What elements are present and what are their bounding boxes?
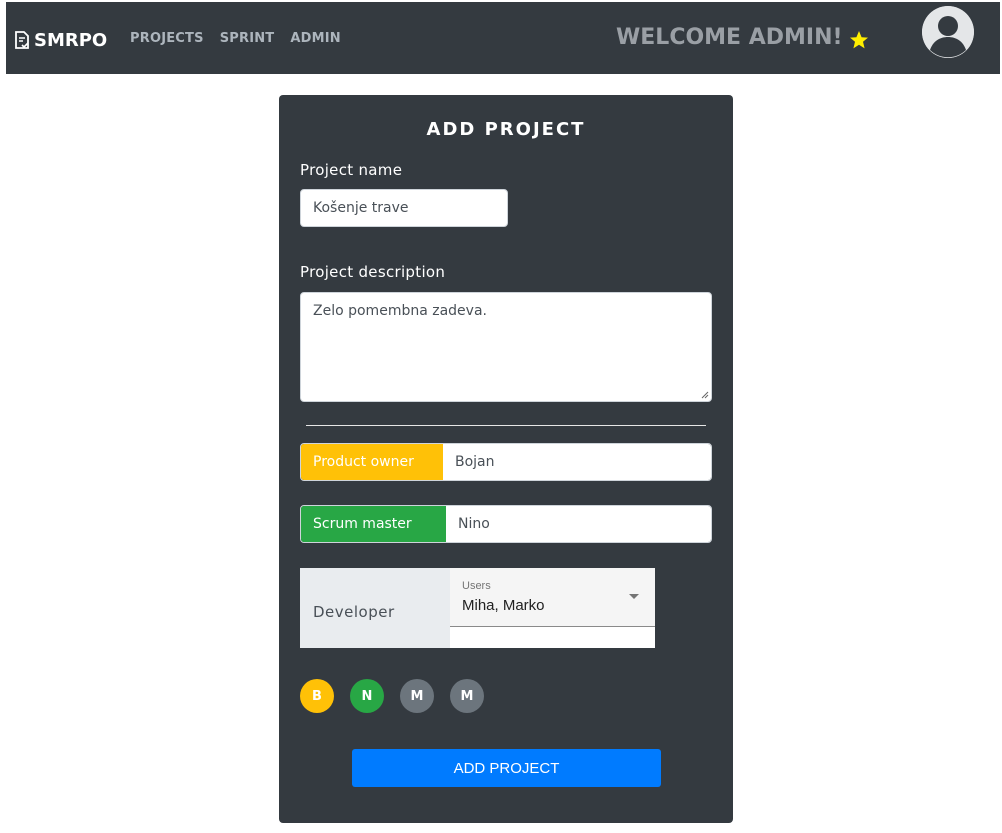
add-project-card: ADD PROJECT Project name Project descrip… <box>279 95 733 823</box>
add-project-button[interactable]: ADD PROJECT <box>352 749 661 787</box>
scrum-master-label: Scrum master <box>301 506 446 542</box>
dropdown-caret-icon <box>629 594 639 599</box>
nav-link-sprint[interactable]: SPRINT <box>220 31 275 46</box>
welcome-text: WELCOME ADMIN! <box>616 24 843 50</box>
scrum-master-group: Scrum master Nino <box>300 505 712 543</box>
project-description-textarea[interactable]: Zelo pomembna zadeva. <box>300 292 712 402</box>
member-chip[interactable]: B <box>300 679 334 713</box>
document-check-icon <box>15 31 29 49</box>
developer-select-container: Users Miha, Marko <box>450 568 655 648</box>
brand-name: SMRPO <box>34 29 108 51</box>
product-owner-value[interactable]: Bojan <box>443 444 711 480</box>
nav-link-admin[interactable]: ADMIN <box>290 31 341 46</box>
member-chips: B N M M <box>300 679 484 713</box>
member-chip[interactable]: M <box>450 679 484 713</box>
card-title: ADD PROJECT <box>426 119 586 140</box>
star-icon <box>849 31 868 49</box>
users-field-label: Users <box>462 580 491 592</box>
brand-logo[interactable]: SMRPO <box>12 28 107 52</box>
users-selected-value: Miha, Marko <box>462 597 545 614</box>
section-divider <box>306 425 706 426</box>
member-chip[interactable]: M <box>400 679 434 713</box>
scrum-master-value[interactable]: Nino <box>446 506 711 542</box>
resize-grip-icon[interactable] <box>700 390 709 399</box>
developer-label: Developer <box>300 568 450 648</box>
welcome-message: WELCOME ADMIN! <box>616 24 869 50</box>
member-chip[interactable]: N <box>350 679 384 713</box>
product-owner-label: Product owner <box>301 444 443 480</box>
developer-group: Developer Users Miha, Marko <box>300 568 655 648</box>
product-owner-group: Product owner Bojan <box>300 443 712 481</box>
user-avatar-icon[interactable] <box>922 6 974 58</box>
developer-users-select[interactable]: Users Miha, Marko <box>450 568 655 627</box>
nav-links: PROJECTS SPRINT ADMIN <box>130 31 341 46</box>
project-description-label: Project description <box>300 263 446 281</box>
nav-link-projects[interactable]: PROJECTS <box>130 31 204 46</box>
project-name-input[interactable] <box>300 189 508 227</box>
project-name-label: Project name <box>300 161 403 179</box>
top-navbar: SMRPO PROJECTS SPRINT ADMIN WELCOME ADMI… <box>6 2 1000 74</box>
